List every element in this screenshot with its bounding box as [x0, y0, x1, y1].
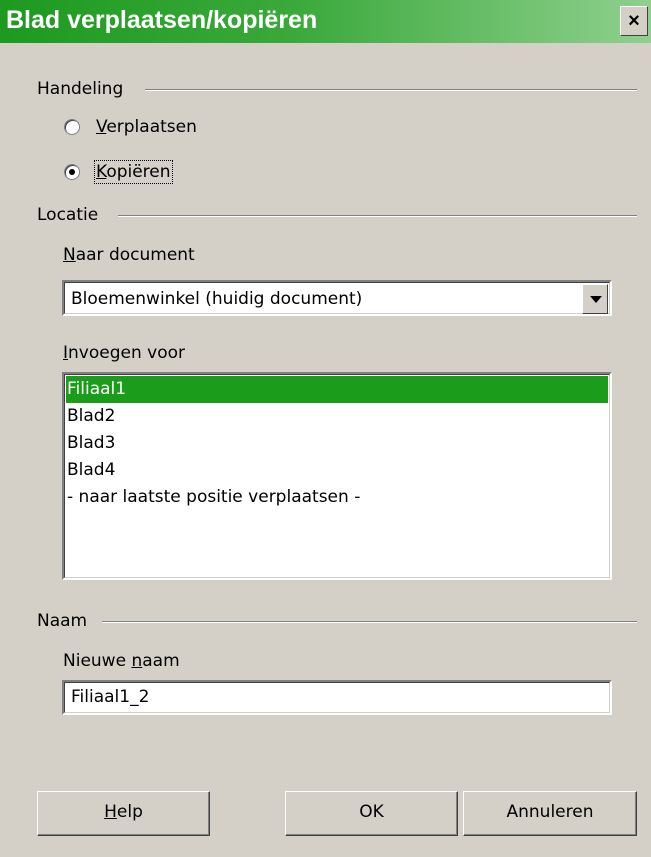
invoegen-voor-list[interactable]: Filiaal1 Blad2 Blad3 Blad4 - naar laatst…	[62, 372, 612, 580]
window-title: Blad verplaatsen/kopiëren	[6, 6, 318, 34]
ok-button[interactable]: OK	[285, 791, 458, 836]
dropdown-button[interactable]	[582, 284, 608, 314]
section-naam-label: Naam	[37, 611, 88, 631]
naar-document-label: Naar document	[63, 245, 195, 265]
chevron-down-icon	[590, 296, 602, 303]
divider	[145, 89, 637, 91]
naar-document-select[interactable]: Bloemenwinkel (huidig document)	[62, 280, 612, 316]
nieuwe-naam-input[interactable]: Filiaal1_2	[62, 680, 612, 715]
naar-document-value: Bloemenwinkel (huidig document)	[71, 289, 363, 309]
close-button[interactable]: ×	[620, 6, 648, 36]
title-bar: Blad verplaatsen/kopiëren ×	[0, 0, 651, 43]
radio-kopieren[interactable]	[64, 164, 80, 180]
help-button[interactable]: Help	[37, 791, 210, 836]
list-item[interactable]: Blad4	[66, 457, 608, 484]
radio-kopieren-label[interactable]: Kopiëren	[94, 160, 173, 184]
cancel-button[interactable]: Annuleren	[463, 791, 637, 836]
list-item[interactable]: - naar laatste positie verplaatsen -	[66, 484, 608, 511]
list-item[interactable]: Blad2	[66, 403, 608, 430]
nieuwe-naam-value: Filiaal1_2	[71, 687, 150, 707]
list-item[interactable]: Filiaal1	[66, 376, 608, 403]
list-item[interactable]: Blad3	[66, 430, 608, 457]
nieuwe-naam-label: Nieuwe naam	[63, 651, 180, 671]
radio-verplaatsen-label[interactable]: Verplaatsen	[96, 117, 197, 137]
radio-selected-dot	[69, 169, 75, 175]
radio-verplaatsen[interactable]	[64, 119, 80, 135]
close-icon: ×	[628, 10, 640, 32]
invoegen-voor-label: Invoegen voor	[63, 343, 185, 363]
section-handeling-label: Handeling	[37, 79, 124, 99]
divider	[118, 215, 637, 217]
divider	[102, 621, 637, 623]
section-locatie-label: Locatie	[37, 205, 99, 225]
